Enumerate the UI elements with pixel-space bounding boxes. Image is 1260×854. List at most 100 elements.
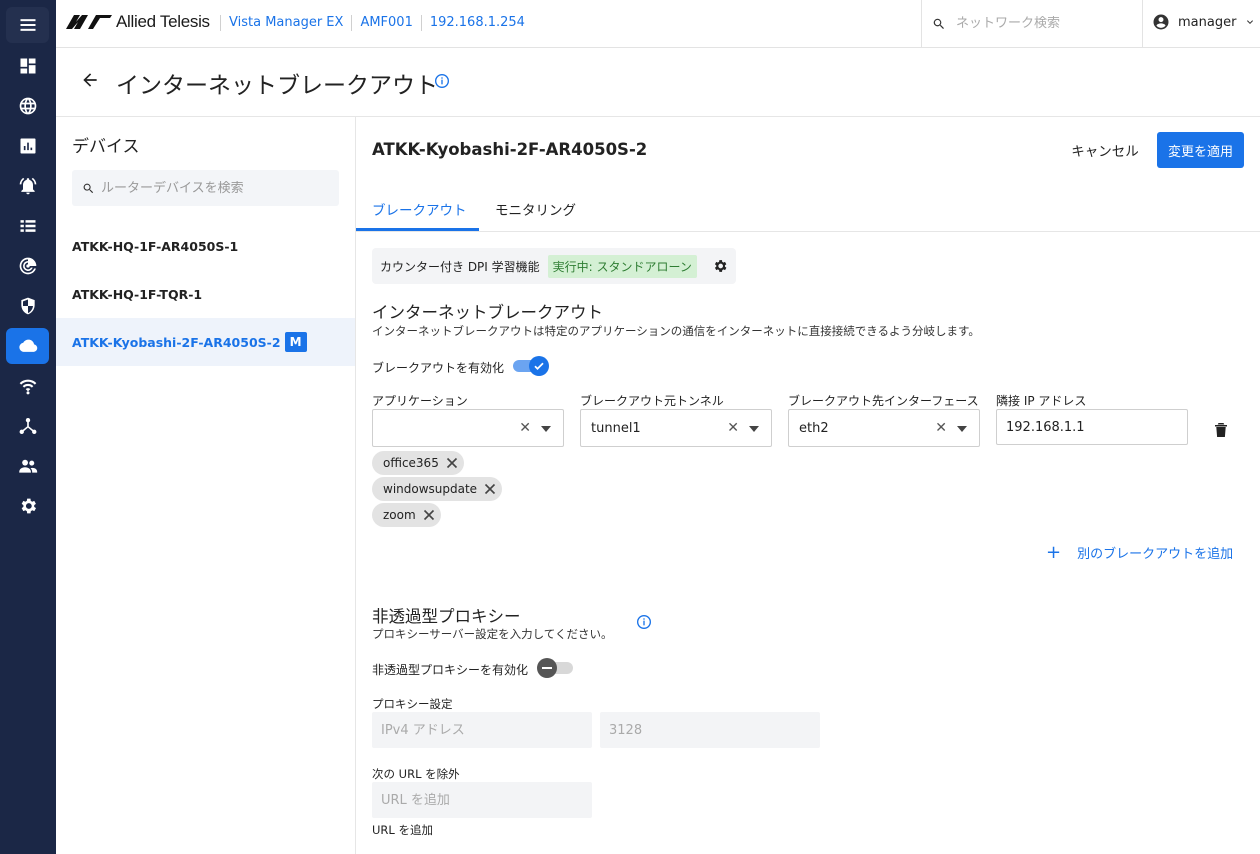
brand-logo[interactable]: Allied Telesis [66,12,210,32]
chip-label: zoom [383,508,416,522]
device-name: ATKK-HQ-1F-TQR-1 [72,286,203,302]
info-icon[interactable] [434,73,450,89]
tab-monitoring[interactable]: モニタリング [495,199,576,219]
app-chip: windowsupdate [372,477,503,501]
chip-label: office365 [383,456,439,470]
report-icon[interactable] [6,128,49,164]
tab-breakout[interactable]: ブレークアウト [372,199,467,219]
proxy-section-title: 非透過型プロキシー [372,607,521,626]
proxy-toggle-label: 非透過型プロキシーを有効化 [372,663,529,677]
interface-label: ブレークアウト先インターフェース [788,394,979,408]
clear-icon[interactable]: ✕ [935,420,947,436]
brand-name: Allied Telesis [116,12,210,31]
device-item[interactable]: ATKK-HQ-1F-AR4050S-1 [56,222,355,270]
dropdown-icon[interactable] [957,426,967,432]
dpi-label: カウンター付き DPI 学習機能 [380,259,540,274]
chip-label: windowsupdate [383,482,478,496]
shield-icon[interactable] [6,288,49,324]
device-item[interactable]: ATKK-HQ-1F-TQR-1 [56,270,355,318]
dropdown-icon[interactable] [749,426,759,432]
proxy-section-desc: プロキシーサーバー設定を入力してください。 [372,627,613,641]
breakout-toggle-label: ブレークアウトを有効化 [372,361,505,375]
radar-icon[interactable] [6,248,49,284]
tunnel-select[interactable]: tunnel1 ✕ [580,409,772,447]
page-title: インターネットブレークアウト [116,73,438,99]
dashboard-icon[interactable] [6,48,49,84]
breakout-section-title: インターネットブレークアウト [372,303,603,322]
user-name: manager [1178,14,1237,30]
dpi-status: カウンター付き DPI 学習機能 実行中: スタンドアローン [372,248,736,284]
wifi-icon[interactable] [6,368,49,404]
url-hint: URL を追加 [372,823,433,837]
tunnel-label: ブレークアウト元トンネル [580,394,724,408]
list-icon[interactable] [6,208,49,244]
status-badge: 実行中: スタンドアローン [547,254,697,278]
interface-select[interactable]: eth2 ✕ [788,409,980,447]
clear-icon[interactable]: ✕ [727,420,739,436]
add-breakout-button[interactable]: + 別のブレークアウトを追加 [1046,543,1233,562]
menu-icon[interactable] [6,7,49,43]
top-header: Allied Telesis Vista Manager EX AMF001 1… [56,0,1260,48]
clear-icon[interactable]: ✕ [519,420,531,436]
device-name: ATKK-Kyobashi-2F-AR4050S-2 [72,334,281,350]
proxy-port-input[interactable] [600,712,820,748]
gear-icon[interactable] [712,258,728,274]
back-arrow-icon[interactable] [80,70,100,90]
cloud-icon[interactable] [6,328,49,364]
plus-icon: + [1046,541,1062,563]
topology-icon[interactable] [6,408,49,444]
app-chip: office365 [372,451,464,475]
search-icon [933,18,944,29]
nav-rail [0,0,56,854]
devices-heading: デバイス [72,137,140,157]
neighbor-ip-input[interactable] [996,409,1188,445]
remove-icon[interactable] [484,483,496,495]
add-breakout-label: 別のブレークアウトを追加 [1077,547,1234,562]
network-search [921,0,1143,47]
user-menu[interactable]: manager [1152,13,1256,31]
users-icon[interactable] [6,448,49,484]
device-item-selected[interactable]: ATKK-Kyobashi-2F-AR4050S-2 M [56,318,355,366]
exclude-url-label: 次の URL を除外 [372,767,460,781]
remove-icon[interactable] [446,457,458,469]
breadcrumb-amf[interactable]: AMF001 [351,15,420,31]
interface-value: eth2 [799,420,829,436]
application-select[interactable]: ✕ [372,409,564,447]
allied-telesis-logo-icon [66,15,112,29]
breakout-toggle[interactable] [513,356,549,376]
proxy-toggle[interactable] [537,658,573,678]
breadcrumb: Vista Manager EX AMF001 192.168.1.254 [220,15,533,31]
panel-divider [355,116,356,854]
settings-icon[interactable] [6,488,49,524]
info-icon[interactable] [636,614,652,630]
breakout-section-desc: インターネットブレークアウトは特定のアプリケーションの通信をインターネットに直接… [372,324,980,338]
remove-icon[interactable] [423,509,435,521]
proxy-ipv4-input[interactable] [372,712,592,748]
dropdown-icon[interactable] [541,426,551,432]
check-icon [534,362,544,370]
apply-button[interactable]: 変更を適用 [1157,132,1244,168]
search-icon [83,183,94,193]
account-icon [1153,14,1169,30]
device-search [72,170,339,206]
application-label: アプリケーション [372,394,468,408]
exclude-url-input[interactable] [372,782,592,818]
breadcrumb-ip[interactable]: 192.168.1.254 [420,15,533,31]
network-search-input[interactable] [956,16,1116,31]
proxy-settings-label: プロキシー設定 [372,697,453,711]
delete-icon[interactable] [1214,422,1228,438]
device-search-input[interactable] [101,180,331,196]
globe-icon[interactable] [6,88,49,124]
breadcrumb-app[interactable]: Vista Manager EX [220,15,351,31]
alarm-icon[interactable] [6,168,49,204]
app-chip: zoom [372,503,441,527]
tunnel-value: tunnel1 [591,420,641,436]
neighbor-ip-label: 隣接 IP アドレス [996,394,1087,408]
device-title: ATKK-Kyobashi-2F-AR4050S-2 [372,140,648,159]
master-badge: M [284,332,307,352]
tabs-divider [356,231,1260,232]
divider [56,116,1260,117]
cancel-button[interactable]: キャンセル [1060,132,1150,168]
device-name: ATKK-HQ-1F-AR4050S-1 [72,238,239,254]
chevron-down-icon [1247,20,1254,24]
